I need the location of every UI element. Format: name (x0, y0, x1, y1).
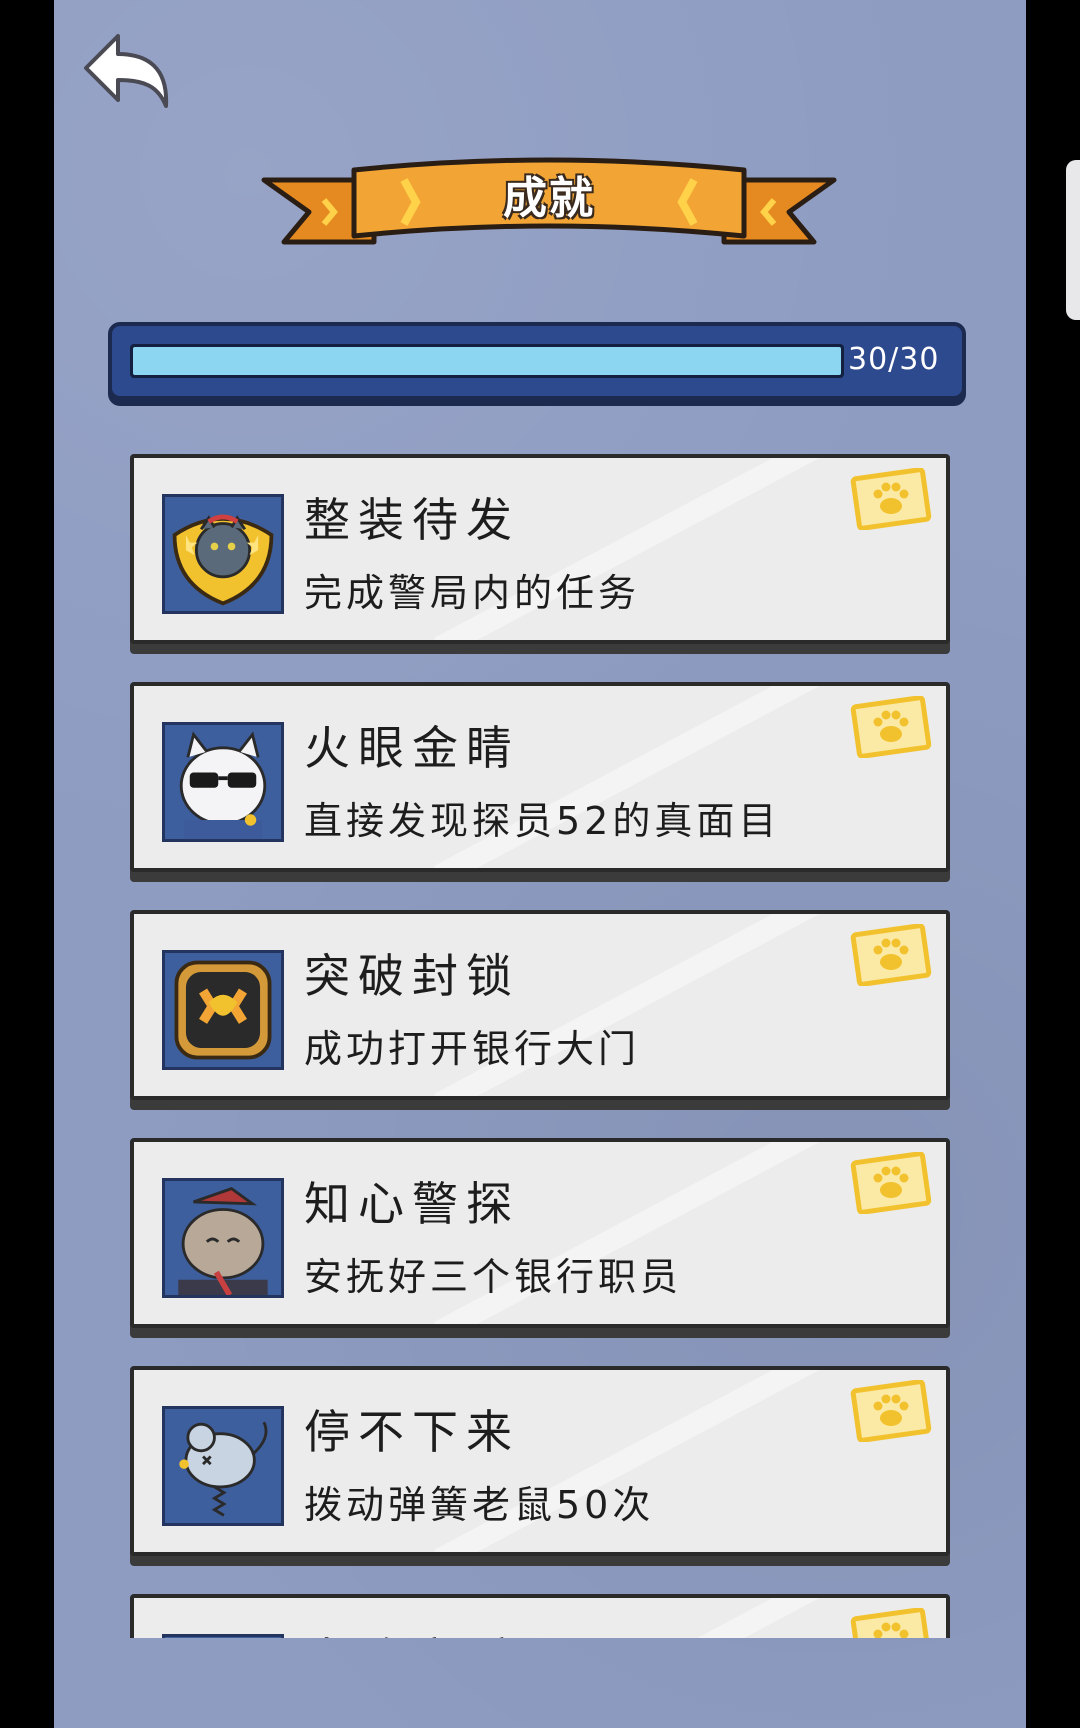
achievement-card[interactable]: 电路高手 (130, 1594, 950, 1638)
paw-stamp-icon (850, 924, 932, 986)
achievement-title: 停不下来 (304, 1405, 520, 1459)
achievement-card[interactable]: 整装待发 完成警局内的任务 (130, 454, 950, 644)
paw-stamp-icon (850, 1152, 932, 1214)
achievement-description: 成功打开银行大门 (304, 1027, 641, 1071)
achievement-description: 安抚好三个银行职员 (304, 1255, 683, 1299)
circuit-icon (162, 1634, 284, 1638)
progress-fill (133, 347, 841, 375)
achievement-card[interactable]: 火眼金睛 直接发现探员52的真面目 (130, 682, 950, 872)
achievement-description: 完成警局内的任务 (304, 571, 641, 615)
progress-count: 30/30 (848, 342, 940, 377)
achievement-title: 整装待发 (304, 493, 520, 547)
back-arrow-icon (84, 34, 169, 108)
achievements-screen: 成就 30/30 整装待发 完成警局内的任务 火眼金睛 直接发现探员52的真面目… (54, 0, 1026, 1728)
side-drawer-handle[interactable] (1066, 160, 1080, 320)
spring-mouse-icon (162, 1406, 284, 1526)
page-title: 成就 (503, 173, 595, 224)
achievement-title: 电路高手 (304, 1624, 520, 1638)
achievement-title: 突破封锁 (304, 949, 520, 1003)
achievement-card[interactable]: 知心警探 安抚好三个银行职员 (130, 1138, 950, 1328)
achievement-description: 拨动弹簧老鼠50次 (304, 1483, 655, 1527)
achievement-title: 知心警探 (304, 1177, 520, 1231)
progress-track (130, 344, 844, 378)
paw-stamp-icon (850, 1608, 932, 1638)
paw-stamp-icon (850, 1380, 932, 1442)
achievement-title: 火眼金睛 (304, 721, 520, 775)
title-banner: 成就 (254, 150, 844, 260)
police-badge-cat-icon (162, 494, 284, 614)
achievement-progress-bar: 30/30 (108, 322, 966, 400)
achievement-card[interactable]: 突破封锁 成功打开银行大门 (130, 910, 950, 1100)
paw-stamp-icon (850, 696, 932, 758)
back-button[interactable] (78, 28, 174, 118)
vault-lock-icon (162, 950, 284, 1070)
paw-stamp-icon (850, 468, 932, 530)
achievement-description: 直接发现探员52的真面目 (304, 799, 781, 843)
bank-clerk-cat-icon (162, 1178, 284, 1298)
achievement-list[interactable]: 整装待发 完成警局内的任务 火眼金睛 直接发现探员52的真面目 突破封锁 成功打… (54, 440, 1026, 1638)
achievement-card[interactable]: 停不下来 拨动弹簧老鼠50次 (130, 1366, 950, 1556)
sunglasses-cat-icon (162, 722, 284, 842)
